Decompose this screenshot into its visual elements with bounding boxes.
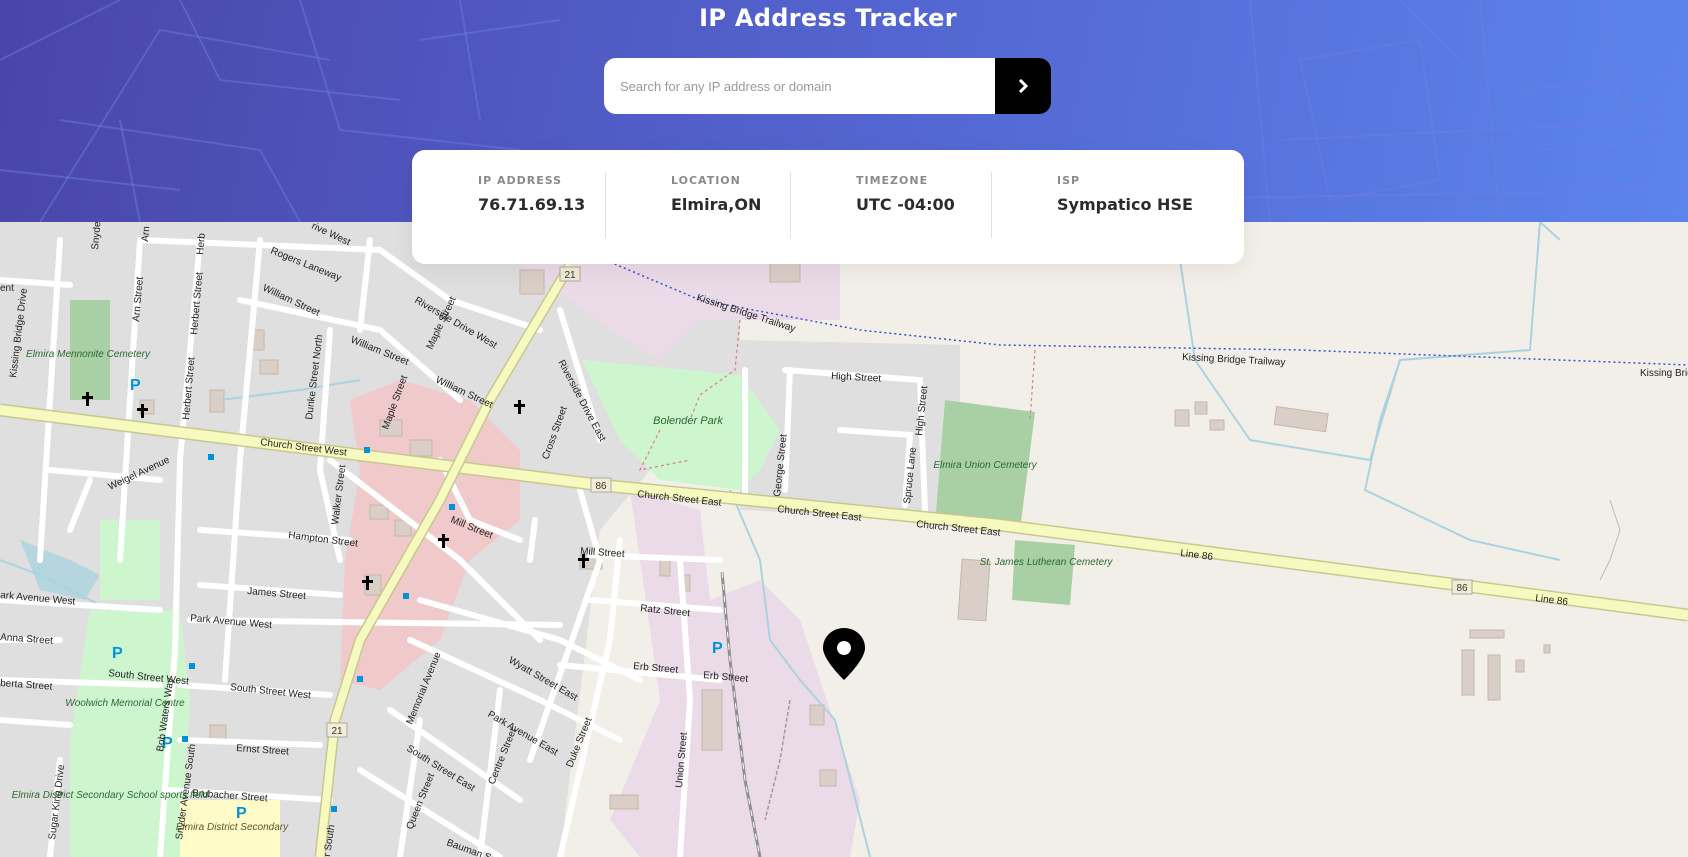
timezone-value: UTC -04:00 xyxy=(856,195,955,214)
street-label: Herb xyxy=(195,232,208,255)
location-value: Elmira,ON xyxy=(671,195,762,214)
isp-value: Sympatico HSE xyxy=(1057,195,1193,214)
svg-text:P: P xyxy=(130,377,141,394)
page-title: IP Address Tracker xyxy=(699,4,957,32)
timezone-item: TIMEZONE UTC -04:00 xyxy=(856,174,955,214)
route-21-shield: 21 xyxy=(564,270,576,281)
street-label: Arn xyxy=(140,226,152,242)
info-divider xyxy=(605,172,606,238)
park-label: Bolender Park xyxy=(653,415,723,427)
search-input[interactable] xyxy=(604,58,995,114)
chevron-right-icon xyxy=(1018,79,1029,93)
street-label: ent xyxy=(0,283,14,294)
ip-address-value: 76.71.69.13 xyxy=(478,195,586,214)
svg-text:P: P xyxy=(712,640,723,657)
location-label: LOCATION xyxy=(671,174,741,187)
cemetery-label: Elmira Union Cemetery xyxy=(933,460,1037,471)
search-form xyxy=(604,58,1051,114)
route-21-shield: 21 xyxy=(331,726,343,737)
map[interactable]: PP PPP 21 86 86 21 Church Street West Ch… xyxy=(0,222,1688,857)
search-submit-button[interactable] xyxy=(995,58,1051,114)
isp-item: ISP Sympatico HSE xyxy=(1057,174,1193,214)
isp-label: ISP xyxy=(1057,174,1081,187)
location-item: LOCATION Elmira,ON xyxy=(671,174,761,214)
place-label: Woolwich Memorial Centre xyxy=(65,698,185,709)
cemetery-label: St. James Lutheran Cemetery xyxy=(980,557,1114,568)
place-label: Elmira District Secondary xyxy=(176,822,289,833)
trail-label: Kissing Brid xyxy=(1640,368,1688,379)
info-divider xyxy=(790,172,791,238)
ip-address-label: IP ADDRESS xyxy=(478,174,563,187)
map-tiles[interactable]: PP PPP 21 86 86 21 Church Street West Ch… xyxy=(0,222,1688,857)
ip-address-item: IP ADDRESS 76.71.69.13 xyxy=(478,174,585,214)
svg-text:P: P xyxy=(236,805,247,822)
info-divider xyxy=(991,172,992,238)
place-label: Elmira District Secondary School sports … xyxy=(12,790,209,801)
route-86-shield: 86 xyxy=(595,481,607,492)
cemetery-label: Elmira Mennonite Cemetery xyxy=(26,349,151,360)
svg-text:P: P xyxy=(112,645,123,662)
route-86-shield: 86 xyxy=(1456,583,1468,594)
ip-info-card: IP ADDRESS 76.71.69.13 LOCATION Elmira,O… xyxy=(412,150,1244,264)
timezone-label: TIMEZONE xyxy=(856,174,929,187)
location-pin-icon[interactable] xyxy=(821,626,867,682)
